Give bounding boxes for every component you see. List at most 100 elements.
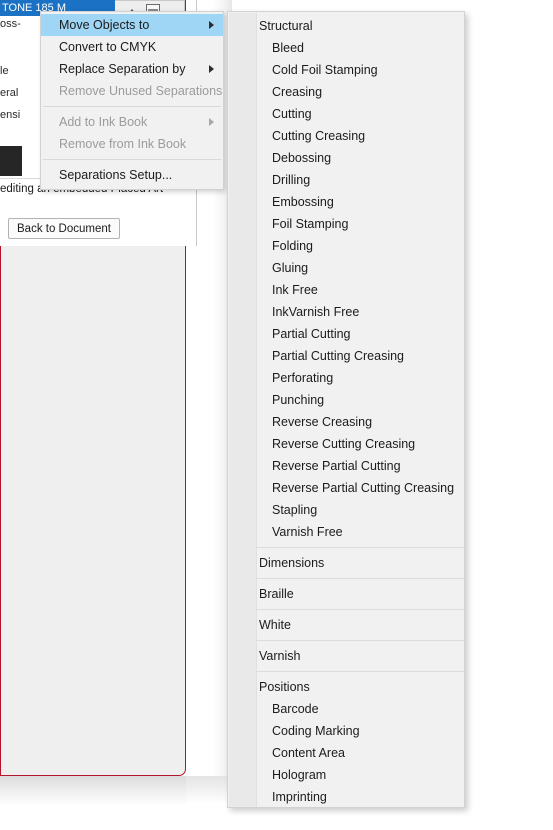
- submenu-item-list: Structural Bleed Cold Foil Stamping Creasin…: [228, 12, 464, 807]
- submenu-group-label: Positions: [259, 680, 310, 694]
- submenu-group-label: Braille: [259, 587, 294, 601]
- submenu-item-label: Barcode: [272, 702, 319, 716]
- submenu-group-header: Braille: [228, 583, 464, 605]
- submenu-item[interactable]: Coding Marking: [228, 720, 464, 742]
- application-root: TONE 185 M oss- le eral ensi editing an …: [0, 0, 553, 830]
- submenu-item-label: Content Area: [272, 746, 345, 760]
- submenu-item-label: Foil Stamping: [272, 217, 349, 231]
- submenu-item[interactable]: Stapling: [228, 499, 464, 521]
- submenu-item-label: InkVarnish Free: [272, 305, 360, 319]
- submenu-group-label: Varnish: [259, 649, 301, 663]
- submenu-item-label: Punching: [272, 393, 325, 407]
- submenu-item-label: Perforating: [272, 371, 334, 385]
- submenu-item-label: Cutting Creasing: [272, 129, 366, 143]
- submenu-item[interactable]: Cold Foil Stamping: [228, 59, 464, 81]
- context-menu-item: Remove from Ink Book: [41, 133, 223, 155]
- context-menu-item-label: Add to Ink Book: [59, 115, 148, 129]
- context-menu-item[interactable]: Separations Setup...: [41, 164, 223, 186]
- submenu-item-label: Reverse Creasing: [272, 415, 373, 429]
- submenu-item-label: Creasing: [272, 85, 323, 99]
- submenu-item[interactable]: Ink Free: [228, 279, 464, 301]
- chevron-right-icon: [209, 65, 214, 73]
- submenu-group-header: Structural: [228, 15, 464, 37]
- submenu-item-label: Partial Cutting: [272, 327, 351, 341]
- submenu-item-label: Cutting: [272, 107, 312, 121]
- artboard-canvas[interactable]: [0, 246, 186, 776]
- submenu-group-label: White: [259, 618, 291, 632]
- submenu-item-label: Drilling: [272, 173, 311, 187]
- submenu-item[interactable]: Partial Cutting Creasing: [228, 345, 464, 367]
- submenu-item[interactable]: Punching: [228, 389, 464, 411]
- submenu-group-label: Dimensions: [259, 556, 325, 570]
- ink-color-swatch[interactable]: [0, 146, 22, 176]
- submenu-group-label: Structural: [259, 19, 313, 33]
- submenu-item[interactable]: Reverse Cutting Creasing: [228, 433, 464, 455]
- context-menu-item-list: Move Objects to Convert to CMYK Replace Se…: [41, 14, 223, 186]
- context-menu-separator: [43, 159, 221, 160]
- submenu-item-label: Reverse Cutting Creasing: [272, 437, 416, 451]
- submenu-item[interactable]: Foil Stamping: [228, 213, 464, 235]
- submenu-item[interactable]: Creasing: [228, 81, 464, 103]
- context-menu-item-label: Convert to CMYK: [59, 40, 157, 54]
- submenu-item[interactable]: Hologram: [228, 764, 464, 786]
- submenu-item[interactable]: Gluing: [228, 257, 464, 279]
- submenu-group-header: Dimensions: [228, 552, 464, 574]
- submenu-item-label: Debossing: [272, 151, 332, 165]
- submenu-item-label: Varnish Free: [272, 525, 343, 539]
- move-objects-to-submenu: Structural Bleed Cold Foil Stamping Creasin…: [227, 11, 465, 808]
- submenu-separator: [256, 640, 464, 641]
- submenu-item[interactable]: Folding: [228, 235, 464, 257]
- context-menu-item-label: Separations Setup...: [59, 168, 173, 182]
- context-menu-item-label: Remove from Ink Book: [59, 137, 187, 151]
- submenu-item-label: Imprinting: [272, 790, 327, 804]
- back-to-document-button[interactable]: Back to Document: [8, 218, 120, 239]
- context-menu-item-label: Move Objects to: [59, 18, 150, 32]
- context-menu-item-label: Remove Unused Separations: [59, 84, 223, 98]
- submenu-item-label: Coding Marking: [272, 724, 360, 738]
- context-menu-separator: [43, 106, 221, 107]
- submenu-item[interactable]: Perforating: [228, 367, 464, 389]
- chevron-right-icon: [209, 21, 214, 29]
- submenu-group-header: White: [228, 614, 464, 636]
- submenu-item-label: Embossing: [272, 195, 334, 209]
- submenu-item[interactable]: Drilling: [228, 169, 464, 191]
- submenu-item[interactable]: Reverse Creasing: [228, 411, 464, 433]
- submenu-item[interactable]: Reverse Partial Cutting Creasing: [228, 477, 464, 499]
- submenu-item[interactable]: Reverse Partial Cutting: [228, 455, 464, 477]
- submenu-item-label: Cold Foil Stamping: [272, 63, 378, 77]
- submenu-item-label: Ink Free: [272, 283, 318, 297]
- submenu-item[interactable]: Varnish Free: [228, 521, 464, 543]
- submenu-group-header: Varnish: [228, 645, 464, 667]
- artboard-bottom-shadow: [0, 776, 186, 806]
- context-menu-item[interactable]: Replace Separation by: [41, 58, 223, 80]
- submenu-item-label: Folding: [272, 239, 313, 253]
- submenu-separator: [256, 547, 464, 548]
- panel-sub-label: oss-: [0, 18, 21, 30]
- submenu-item[interactable]: Partial Cutting: [228, 323, 464, 345]
- submenu-item[interactable]: Barcode: [228, 698, 464, 720]
- submenu-item[interactable]: Cutting: [228, 103, 464, 125]
- context-menu-item[interactable]: Move Objects to: [41, 14, 223, 36]
- submenu-separator: [256, 609, 464, 610]
- submenu-group-header: Positions: [228, 676, 464, 698]
- submenu-separator: [256, 671, 464, 672]
- submenu-item-label: Gluing: [272, 261, 309, 275]
- submenu-item[interactable]: Bleed: [228, 37, 464, 59]
- submenu-item-label: Reverse Partial Cutting: [272, 459, 401, 473]
- submenu-item[interactable]: Cutting Creasing: [228, 125, 464, 147]
- submenu-item[interactable]: Content Area: [228, 742, 464, 764]
- submenu-item[interactable]: Debossing: [228, 147, 464, 169]
- submenu-separator: [256, 578, 464, 579]
- submenu-item-label: Reverse Partial Cutting Creasing: [272, 481, 455, 495]
- document-sheet-shadow: [186, 776, 232, 804]
- context-menu-item: Add to Ink Book: [41, 111, 223, 133]
- context-menu-item[interactable]: Convert to CMYK: [41, 36, 223, 58]
- submenu-item[interactable]: Embossing: [228, 191, 464, 213]
- context-menu: Move Objects to Convert to CMYK Replace Se…: [40, 11, 224, 190]
- submenu-item[interactable]: InkVarnish Free: [228, 301, 464, 323]
- submenu-item-label: Stapling: [272, 503, 318, 517]
- context-menu-item: Remove Unused Separations: [41, 80, 223, 102]
- submenu-item-label: Bleed: [272, 41, 304, 55]
- submenu-item[interactable]: Imprinting: [228, 786, 464, 807]
- chevron-right-icon: [209, 118, 214, 126]
